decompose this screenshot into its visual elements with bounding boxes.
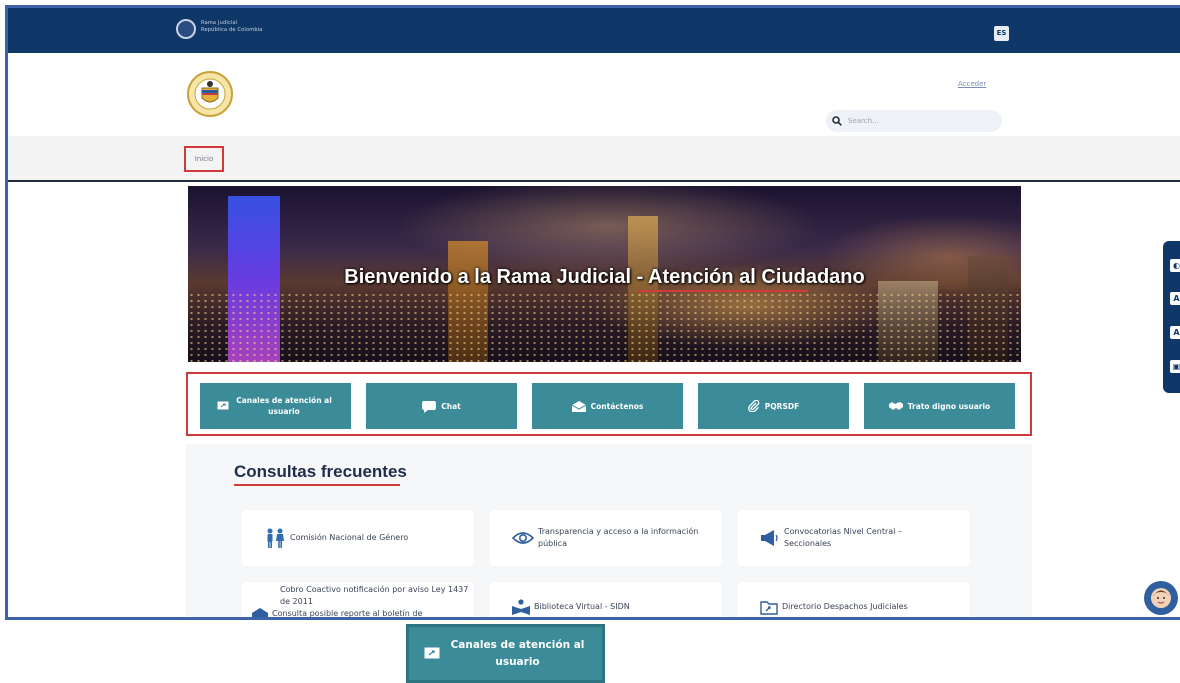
chat-assistant-button[interactable] xyxy=(1144,581,1178,615)
zoomed-button-label: Canales de atención al usuario xyxy=(450,638,585,668)
accessibility-toolbar: ◐ A A ▣ xyxy=(1163,241,1180,393)
faq-card-convocatorias[interactable]: Convocatorias Nivel Central – Seccionale… xyxy=(738,510,970,566)
site-header xyxy=(8,53,1180,136)
browser-viewport: Rama Judicial República de Colombia ES A… xyxy=(5,5,1180,620)
faq-card-label: Directorio Despachos Judiciales xyxy=(782,602,908,611)
quick-button-label: Trato digno usuario xyxy=(907,401,991,411)
faq-card-sublabel: Consulta posible reporte al boletín de xyxy=(272,609,423,618)
eye-icon xyxy=(512,532,534,544)
quick-button-contactenos[interactable]: Contáctenos xyxy=(532,383,683,429)
quick-button-pqrsdf[interactable]: PQRSDF xyxy=(698,383,849,429)
brand-line-2: República de Colombia xyxy=(201,27,263,33)
hero-title: Bienvenido a la Rama Judicial - Atención… xyxy=(344,266,865,288)
faq-card-directorio[interactable]: Directorio Despachos Judiciales xyxy=(738,582,970,617)
gov-brand: Rama Judicial República de Colombia xyxy=(201,20,263,34)
megaphone-icon xyxy=(761,530,778,546)
quick-access-highlight: Canales de atención al usuario Chat Cont… xyxy=(186,372,1032,436)
quick-button-label: Chat xyxy=(441,401,461,411)
nav-item-inicio[interactable]: Inicio xyxy=(184,146,224,172)
font-increase-button[interactable]: A xyxy=(1170,292,1180,305)
faq-card-body: Cobro Coactivo notificación por aviso Le… xyxy=(252,584,474,617)
sign-language-icon[interactable]: ▣ xyxy=(1170,360,1180,373)
search-icon xyxy=(832,116,842,126)
city-lights xyxy=(188,292,1021,362)
faq-card-label: Transparencia y acceso a la información … xyxy=(538,527,699,548)
faq-heading-underline xyxy=(234,484,400,486)
main-navbar: Inicio xyxy=(8,136,1180,182)
quick-button-chat[interactable]: Chat xyxy=(366,383,517,429)
handshake-icon xyxy=(888,402,903,410)
rama-judicial-seal-icon xyxy=(187,71,233,117)
hero-title-underline xyxy=(638,290,808,292)
chat-bubble-icon xyxy=(422,400,437,413)
assistant-avatar-icon xyxy=(1151,588,1171,608)
gov-topbar: Rama Judicial República de Colombia ES xyxy=(8,8,1180,53)
faq-card-label: Convocatorias Nivel Central – Seccionale… xyxy=(784,527,902,548)
faq-card-biblioteca[interactable]: Biblioteca Virtual - SIDN xyxy=(490,582,722,617)
people-icon xyxy=(267,528,284,548)
contrast-toggle-icon[interactable]: ◐ xyxy=(1170,259,1180,272)
language-selector[interactable]: ES xyxy=(994,26,1009,41)
faq-card-label: Biblioteca Virtual - SIDN xyxy=(534,602,630,611)
quick-button-label: Canales de atención al usuario xyxy=(236,396,332,416)
quick-button-trato-digno[interactable]: Trato digno usuario xyxy=(864,383,1015,429)
quick-button-label: Contáctenos xyxy=(590,401,644,411)
faq-card-label: Comisión Nacional de Género xyxy=(290,533,409,542)
faq-card-transparencia[interactable]: Transparencia y acceso a la información … xyxy=(490,510,722,566)
zoomed-canales-button[interactable]: Canales de atención al usuario xyxy=(406,624,605,683)
search-input[interactable] xyxy=(848,117,988,125)
faq-card-cobro-coactivo[interactable]: Cobro Coactivo notificación por aviso Le… xyxy=(242,582,474,617)
faq-section: Consultas frecuentes Comisión Nacional d… xyxy=(186,444,1032,617)
brand-line-1: Rama Judicial xyxy=(201,20,238,26)
quick-button-label: PQRSDF xyxy=(764,401,800,411)
quick-button-canales[interactable]: Canales de atención al usuario xyxy=(200,383,351,429)
faq-heading: Consultas frecuentes xyxy=(234,462,407,481)
book-reader-icon xyxy=(512,599,530,615)
login-link[interactable]: Acceder xyxy=(958,80,986,88)
envelope-icon xyxy=(571,400,586,412)
envelope-open-icon xyxy=(252,608,268,617)
faq-card-genero[interactable]: Comisión Nacional de Género xyxy=(242,510,474,566)
monitor-icon xyxy=(424,647,439,659)
faq-card-label: Cobro Coactivo notificación por aviso Le… xyxy=(280,585,469,606)
hero-banner: Bienvenido a la Rama Judicial - Atención… xyxy=(188,186,1021,362)
paperclip-icon xyxy=(747,400,760,412)
search-box[interactable] xyxy=(826,110,1002,132)
colombia-emblem-icon xyxy=(176,19,196,39)
folder-icon xyxy=(760,600,778,615)
faq-card-subrow: Consulta posible reporte al boletín de xyxy=(252,608,474,618)
monitor-icon xyxy=(217,401,229,410)
font-decrease-button[interactable]: A xyxy=(1170,326,1180,339)
